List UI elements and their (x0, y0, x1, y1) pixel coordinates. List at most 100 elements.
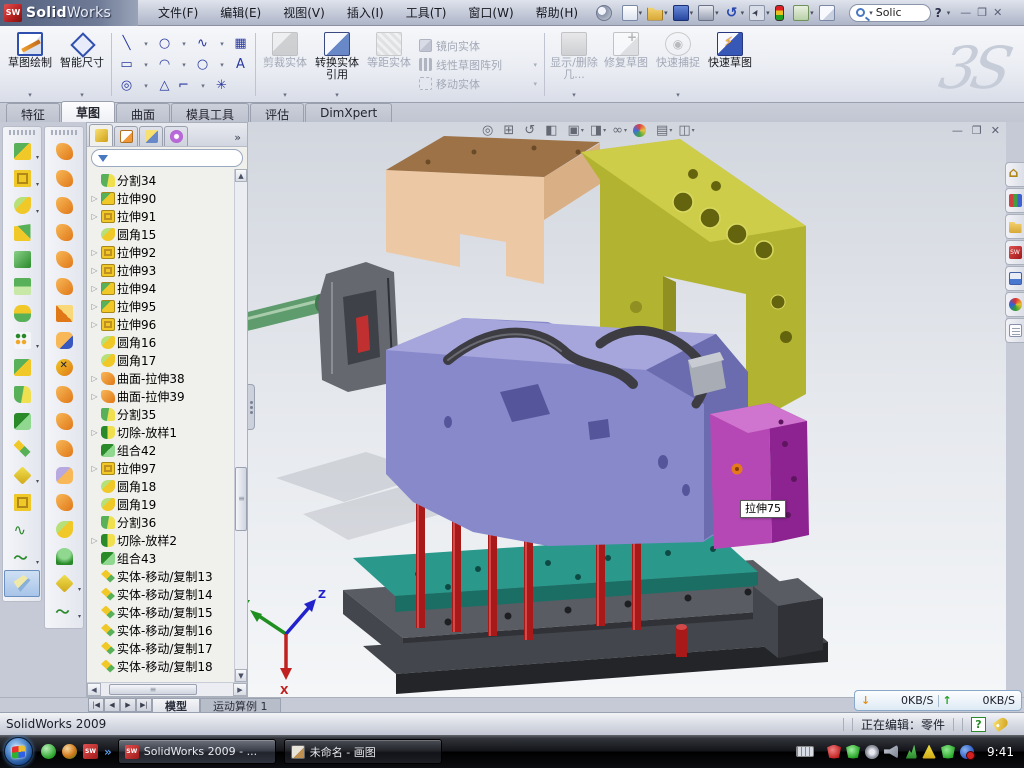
expander-icon[interactable]: ▷ (90, 194, 99, 203)
helix-icon[interactable]: ▾ (4, 543, 40, 570)
point-icon[interactable]: ✳ (212, 75, 231, 96)
instant3d-icon[interactable]: ▾ (4, 570, 40, 597)
tree-item[interactable]: ▷ 圆角17 (87, 351, 234, 369)
prev-tab-button[interactable]: ◀ (104, 698, 120, 712)
extruded-cut-icon[interactable]: ▾ (4, 165, 40, 192)
tree-item[interactable]: ▷ 圆角16 (87, 333, 234, 351)
options-icon[interactable]: ▾ (791, 3, 816, 23)
linear-pattern-icon[interactable]: ▾ (4, 327, 40, 354)
expander-icon[interactable]: ▷ (90, 374, 99, 383)
tree-vertical-scrollbar[interactable]: ▲ ≡ ▼ (234, 169, 247, 682)
revolved-surface-icon[interactable]: ▾ (46, 165, 82, 192)
edit-appearance-icon[interactable]: ▾ (631, 123, 652, 138)
dropdown-arrow-icon[interactable]: ▾ (692, 127, 695, 134)
taskbar-clock[interactable]: 9:41 (987, 745, 1014, 759)
previous-view-icon[interactable]: ↺ ▾ (522, 122, 541, 139)
extend-surface-icon[interactable]: ▾ (46, 381, 82, 408)
planar-surface-icon[interactable]: ▾ (46, 300, 82, 327)
chamfer-icon[interactable]: ▾ (4, 219, 40, 246)
dropdown-arrow-icon[interactable]: ▾ (581, 127, 584, 134)
wireless-warning-icon[interactable] (922, 745, 936, 759)
delete-body-icon[interactable]: ▾ (4, 462, 40, 489)
tree-item[interactable]: ▷ 拉伸97 (87, 459, 234, 477)
tree-item[interactable]: ▷ 拉伸96 (87, 315, 234, 333)
insert-block-part[interactable] (710, 403, 809, 549)
menu-item[interactable]: 插入(I) (337, 1, 394, 24)
thicken-icon[interactable]: ▾ (46, 489, 82, 516)
dropdown-arrow-icon[interactable]: ▾ (676, 91, 680, 99)
expander-icon[interactable]: ▷ (90, 536, 99, 545)
tree-horizontal-scrollbar[interactable]: ◀ ≡ ▶ (87, 682, 247, 696)
select-icon[interactable]: ▾ (747, 3, 772, 23)
combine-icon[interactable]: ▾ (4, 408, 40, 435)
tree-item[interactable]: ▷ 拉伸93 (87, 261, 234, 279)
restore-button[interactable]: ❐ (977, 6, 987, 19)
command-button[interactable]: 智能尺寸 ▾ (56, 29, 108, 100)
minimize-button[interactable]: — (960, 6, 971, 19)
tags-icon[interactable] (992, 716, 1009, 732)
expander-icon[interactable]: ▷ (90, 266, 99, 275)
search-box[interactable]: ▾ (849, 4, 931, 22)
spline-dropdown[interactable]: ▾ (213, 33, 231, 54)
untrim-surface-icon[interactable]: ▾ (46, 462, 82, 489)
tree-item[interactable]: ▷ 分割35 (87, 405, 234, 423)
doc-minimize-button[interactable]: — (952, 124, 963, 137)
display-style-icon[interactable]: ◨ ▾ (588, 122, 608, 139)
scroll-right-icon[interactable]: ▶ (233, 683, 247, 696)
feature-manager-tab[interactable] (89, 124, 113, 146)
rectangle-icon[interactable]: ▭ (117, 54, 136, 75)
antivirus-icon[interactable] (941, 745, 955, 759)
property-manager-tab[interactable] (114, 126, 138, 146)
dropdown-arrow-icon[interactable]: ▾ (572, 91, 576, 99)
lofted-surface-icon[interactable]: ▾ (46, 219, 82, 246)
tree-item[interactable]: ▷ 切除-放样2 (87, 531, 234, 549)
scrollbar-thumb[interactable]: ≡ (109, 684, 197, 695)
menu-item[interactable]: 编辑(E) (210, 1, 271, 24)
appearances-icon[interactable] (1005, 292, 1024, 317)
taskbar-button[interactable]: SW SolidWorks 2009 - ... (118, 739, 276, 764)
document-tab[interactable]: 模型 (152, 698, 200, 712)
command-button[interactable]: 快速草图 ▾ (704, 29, 756, 100)
solidworks-quick-icon[interactable]: SW (83, 744, 98, 759)
curve-icon[interactable]: ▾ (4, 516, 40, 543)
configuration-manager-tab[interactable] (139, 126, 163, 146)
menu-item[interactable]: 帮助(H) (526, 1, 588, 24)
dropdown-arrow-icon[interactable]: ▾ (624, 127, 627, 134)
help-dropdown-icon[interactable]: ▾ (947, 9, 951, 17)
dropdown-arrow-icon[interactable]: ▾ (603, 127, 606, 134)
expander-icon[interactable]: ▷ (90, 320, 99, 329)
tree-item[interactable]: ▷ 实体-移动/复制15 (87, 603, 234, 621)
dropdown-arrow-icon[interactable]: ▾ (283, 91, 287, 99)
tree-item[interactable]: ▷ 切除-放样1 (87, 423, 234, 441)
custom-properties-icon[interactable] (1005, 318, 1024, 343)
doc-restore-button[interactable]: ❐ (972, 124, 982, 137)
start-button[interactable] (4, 737, 33, 766)
dome-icon[interactable]: ▾ (46, 543, 82, 570)
dropdown-arrow-icon[interactable]: ▾ (36, 181, 39, 188)
expander-icon[interactable]: ▷ (90, 428, 99, 437)
fillet-dropdown[interactable]: ▾ (194, 75, 212, 96)
fillet-icon[interactable]: ▾ (4, 192, 40, 219)
dropdown-arrow-icon[interactable]: ▾ (36, 559, 39, 566)
tree-item[interactable]: ▷ 实体-移动/复制13 (87, 567, 234, 585)
expander-icon[interactable]: ▷ (90, 248, 99, 257)
cooling-tube-part[interactable] (248, 294, 325, 336)
wrap-icon[interactable]: ▾ (4, 300, 40, 327)
scrollbar-thumb[interactable]: ≡ (235, 467, 247, 531)
dropdown-arrow-icon[interactable]: ▾ (715, 9, 719, 17)
knit-surface-icon[interactable]: ▾ (46, 327, 82, 354)
command-row[interactable]: 线性草图阵列 ▾ (419, 57, 537, 73)
tree-item[interactable]: ▷ 实体-移动/复制17 (87, 639, 234, 657)
dimxpert-manager-tab[interactable] (164, 126, 188, 146)
ellipse-dropdown[interactable]: ▾ (213, 54, 231, 75)
volume-icon[interactable] (884, 745, 898, 759)
expander-icon[interactable]: ▷ (90, 464, 99, 473)
slot-icon[interactable]: ◎ (117, 75, 136, 96)
view-orientation-icon[interactable]: ▣ ▾ (566, 122, 586, 139)
tree-item[interactable]: ▷ 拉伸92 (87, 243, 234, 261)
feature-filter-box[interactable] (91, 149, 243, 167)
toolbar-grip[interactable] (51, 130, 77, 135)
solidworks-content-icon[interactable]: SW (1005, 240, 1024, 265)
view-palette-icon[interactable] (1005, 266, 1024, 291)
dropdown-arrow-icon[interactable]: ▾ (690, 9, 694, 17)
